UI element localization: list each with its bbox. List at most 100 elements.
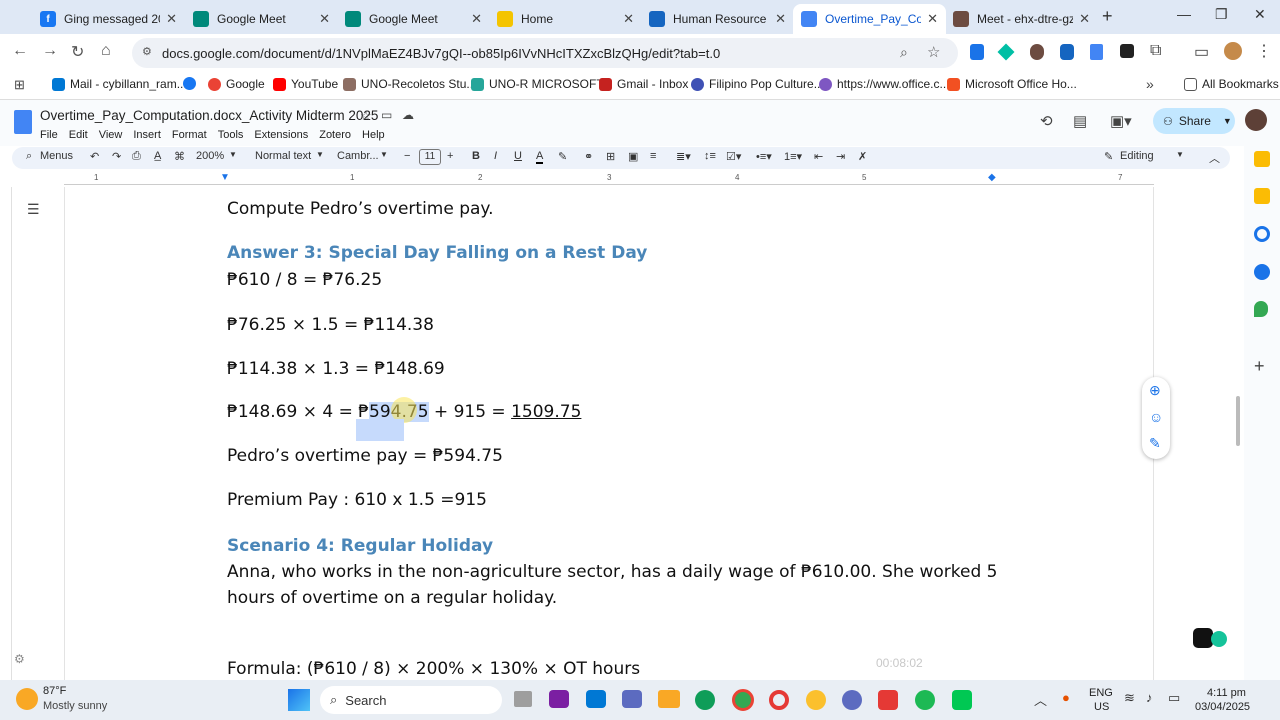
- tab-5[interactable]: Human Resource Ma✕: [641, 4, 794, 34]
- cast-icon[interactable]: ▭: [1194, 42, 1209, 62]
- spellcheck-icon[interactable]: A̲: [154, 150, 161, 162]
- maximize-icon[interactable]: ❐: [1215, 6, 1228, 23]
- weather-sun-icon[interactable]: [16, 688, 38, 710]
- style-select[interactable]: Normal text: [255, 150, 311, 162]
- document-page[interactable]: Compute Pedro’s overtime pay. Answer 3: …: [64, 187, 1154, 680]
- edge-icon[interactable]: [695, 690, 715, 710]
- back-icon[interactable]: ←: [12, 42, 28, 60]
- file-explorer-icon[interactable]: [658, 690, 680, 708]
- recorder-app-icon[interactable]: [1193, 628, 1213, 648]
- account-avatar[interactable]: [1245, 109, 1267, 131]
- microphone-icon[interactable]: ●: [1062, 690, 1070, 705]
- comment-icon[interactable]: ⊞: [606, 150, 615, 163]
- tab-7[interactable]: Meet - ehx-dtre-gzs ✕: [945, 4, 1098, 34]
- document-outline-icon[interactable]: ☰: [27, 201, 40, 218]
- comments-icon[interactable]: ▤: [1073, 112, 1087, 130]
- star-icon[interactable]: ☆: [360, 108, 372, 124]
- app-icon[interactable]: [806, 690, 826, 710]
- redo-icon[interactable]: ↷: [112, 150, 121, 163]
- url-field[interactable]: ⚙ docs.google.com/document/d/1NVplMaEZ4B…: [132, 38, 958, 68]
- tasks-icon[interactable]: [1254, 226, 1270, 242]
- app-icon[interactable]: [549, 690, 569, 708]
- facebook-bookmark-icon[interactable]: [183, 77, 201, 90]
- grammarly-icon[interactable]: [1211, 631, 1227, 647]
- menu-view[interactable]: View: [99, 129, 123, 141]
- tab-6-active[interactable]: Overtime_Pay_Comp✕: [793, 4, 946, 34]
- extensions-puzzle-icon[interactable]: ⧉: [1150, 42, 1161, 60]
- document-title[interactable]: Overtime_Pay_Computation.docx_Activity M…: [40, 108, 378, 123]
- zoom-select[interactable]: 200%: [196, 150, 224, 162]
- text-color-icon[interactable]: A: [536, 150, 544, 164]
- bookmark-youtube[interactable]: YouTube: [273, 77, 338, 91]
- image-icon[interactable]: ▣: [628, 150, 638, 163]
- align-left-icon[interactable]: ≣▾: [676, 150, 691, 163]
- menu-zotero[interactable]: Zotero: [319, 129, 351, 141]
- keep-icon[interactable]: [1254, 188, 1270, 204]
- highlight-icon[interactable]: ✎: [558, 150, 567, 163]
- tab-1[interactable]: fGing messaged 2024✕: [32, 4, 185, 34]
- clock-time[interactable]: 4:11 pm: [1207, 687, 1246, 699]
- close-tab-icon[interactable]: ✕: [1079, 11, 1090, 27]
- collapse-toolbar-icon[interactable]: ︿: [1209, 150, 1220, 166]
- cloud-saved-icon[interactable]: ☁: [402, 108, 414, 122]
- bookmark-office[interactable]: https://www.office.c...: [819, 77, 950, 91]
- close-tab-icon[interactable]: ✕: [775, 11, 786, 27]
- bold-icon[interactable]: B: [472, 150, 480, 162]
- menu-format[interactable]: Format: [172, 129, 207, 141]
- bookmark-uno-recoletos[interactable]: UNO-Recoletos Stu...: [343, 77, 476, 91]
- minimize-icon[interactable]: —: [1177, 6, 1191, 22]
- add-comment-icon[interactable]: ⊕: [1149, 382, 1161, 399]
- search-icon[interactable]: ⌕: [900, 44, 908, 61]
- print-icon[interactable]: ⎙: [132, 150, 141, 163]
- menus-search-icon[interactable]: ⌕: [26, 150, 32, 163]
- underline-icon[interactable]: U: [514, 150, 522, 162]
- site-info-icon[interactable]: ⚙: [142, 45, 152, 58]
- taskbar-search[interactable]: ⌕ Search: [320, 686, 502, 714]
- clear-formatting-icon[interactable]: ✗: [858, 150, 867, 163]
- profile-avatar[interactable]: [1224, 42, 1242, 60]
- close-tab-icon[interactable]: ✕: [166, 11, 177, 27]
- teams-icon[interactable]: [622, 690, 642, 708]
- extension-icon[interactable]: [1120, 44, 1134, 58]
- move-folder-icon[interactable]: ▭: [381, 108, 392, 122]
- bookmark-star-icon[interactable]: ☆: [927, 43, 940, 61]
- bulleted-list-icon[interactable]: •≡▾: [756, 150, 772, 163]
- link-icon[interactable]: ⚭: [584, 150, 593, 163]
- outlook-icon[interactable]: [586, 690, 606, 708]
- bookmark-microsoft-office[interactable]: Microsoft Office Ho...: [947, 77, 1077, 91]
- task-view-icon[interactable]: [514, 691, 532, 707]
- extension-icon[interactable]: [1060, 44, 1074, 60]
- more-bookmarks-icon[interactable]: »: [1146, 76, 1154, 92]
- decrease-indent-icon[interactable]: ⇤: [814, 150, 823, 163]
- alignment-icon[interactable]: ≡: [650, 150, 656, 162]
- wps-icon[interactable]: [878, 690, 898, 710]
- close-tab-icon[interactable]: ✕: [927, 11, 938, 27]
- close-window-icon[interactable]: ✕: [1254, 6, 1266, 23]
- bookmark-google[interactable]: Google: [208, 77, 265, 91]
- app-icon[interactable]: [842, 690, 862, 710]
- font-size-input[interactable]: 11: [419, 149, 441, 165]
- meet-call-icon[interactable]: ▣▾: [1110, 112, 1132, 130]
- volume-icon[interactable]: ♪: [1146, 690, 1153, 705]
- docs-extension-icon[interactable]: [1090, 44, 1103, 60]
- forward-icon[interactable]: →: [42, 42, 58, 60]
- home-icon[interactable]: ⌂: [101, 42, 111, 60]
- keep-icon[interactable]: [1254, 151, 1270, 167]
- battery-icon[interactable]: ▭: [1168, 690, 1180, 706]
- reload-icon[interactable]: ↻: [71, 42, 84, 62]
- paint-format-icon[interactable]: ⌘: [174, 150, 185, 163]
- decrease-font-icon[interactable]: −: [404, 150, 410, 162]
- tab-2[interactable]: Google Meet ✕: [185, 4, 338, 34]
- version-history-icon[interactable]: ⟲: [1040, 112, 1053, 130]
- wifi-icon[interactable]: ≋: [1124, 690, 1135, 706]
- app-icon[interactable]: [952, 690, 972, 710]
- menu-insert[interactable]: Insert: [133, 129, 161, 141]
- checklist-icon[interactable]: ☑▾: [726, 150, 741, 163]
- extension-icon[interactable]: [997, 43, 1015, 61]
- docs-logo-icon[interactable]: [14, 110, 32, 134]
- apps-grid-icon[interactable]: ⊞: [14, 77, 25, 93]
- close-tab-icon[interactable]: ✕: [471, 11, 482, 27]
- share-button[interactable]: ⚇ Share ▼: [1153, 108, 1235, 134]
- menu-extensions[interactable]: Extensions: [254, 129, 308, 141]
- tab-4[interactable]: Home ✕: [489, 4, 642, 34]
